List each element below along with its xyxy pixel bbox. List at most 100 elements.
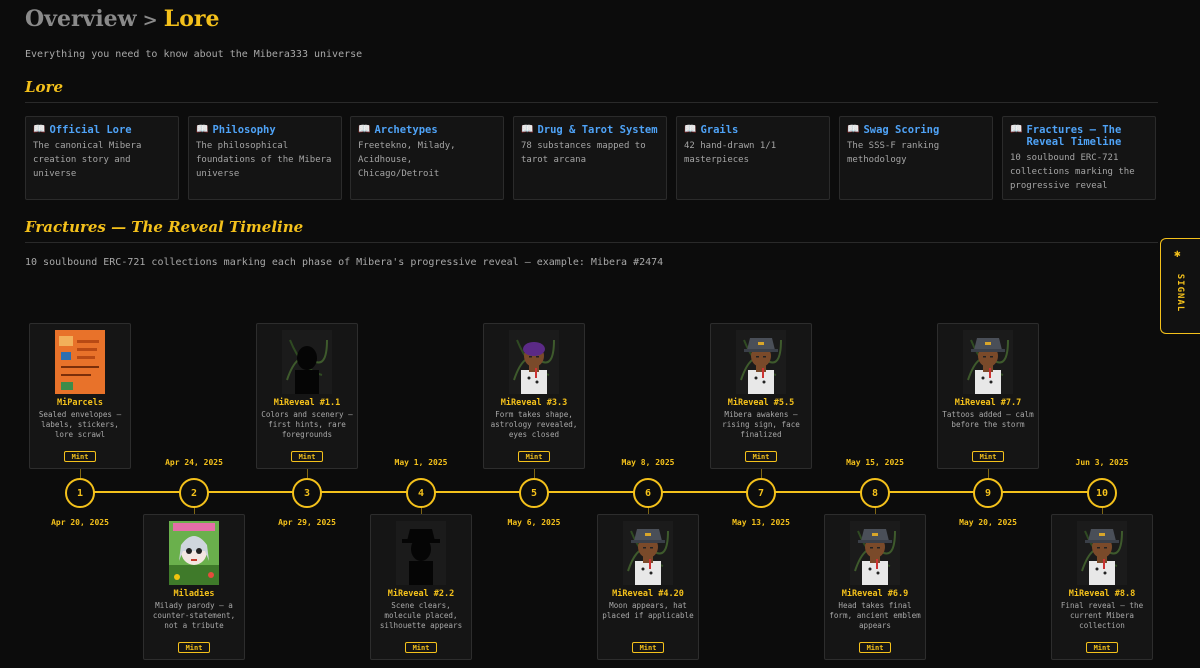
collection-name: MiReveal #2.2 — [387, 589, 455, 599]
lore-card-title[interactable]: Philosophy — [212, 124, 275, 136]
timeline-date: May 13, 2025 — [732, 518, 790, 527]
lore-card-title[interactable]: Archetypes — [374, 124, 437, 136]
timeline-date: Apr 20, 2025 — [51, 518, 109, 527]
timeline-date: May 15, 2025 — [846, 458, 904, 467]
mint-button[interactable]: Mint — [632, 642, 664, 653]
mint-button[interactable]: Mint — [972, 451, 1004, 462]
lore-card-description: 10 soulbound ERC-721 collections marking… — [1010, 153, 1135, 191]
collection-description: Head takes final form, ancient emblem ap… — [829, 601, 921, 630]
breadcrumb: Overview > Lore — [25, 6, 219, 32]
timeline-connector — [307, 469, 308, 478]
collection-description: Scene clears, molecule placed, silhouett… — [379, 601, 463, 630]
timeline-card[interactable]: MiReveal #6.9 Head takes final form, anci… — [824, 514, 926, 660]
timeline-node: 1 — [65, 478, 95, 508]
collection-description: Moon appears, hat placed if applicable — [602, 601, 694, 620]
page-title: Lore — [163, 6, 220, 32]
lore-card[interactable]: 📖 Fractures — The Reveal Timeline 10 soulb… — [1002, 116, 1156, 200]
timeline-date: Apr 24, 2025 — [165, 458, 223, 467]
lore-card-description: The SSS-F ranking methodology — [847, 141, 940, 165]
signal-label: SIGNAL — [1175, 273, 1185, 313]
book-icon: 📖 — [521, 124, 534, 135]
timeline-card[interactable]: MiReveal #7.7 Tattoos added — calm before… — [937, 323, 1039, 469]
timeline-node: 8 — [860, 478, 890, 508]
lore-card-title[interactable]: Official Lore — [49, 124, 131, 136]
timeline-date: May 6, 2025 — [507, 518, 561, 527]
lore-card-description: The philosophical foundations of the Mib… — [196, 141, 332, 179]
breadcrumb-separator: > — [142, 10, 158, 31]
timeline-date: Jun 3, 2025 — [1075, 458, 1129, 467]
timeline-connector — [421, 506, 422, 514]
lore-card-description: The canonical Mibera creation story and … — [33, 141, 142, 179]
lore-card[interactable]: 📖 Official Lore The canonical Mibera creat… — [25, 116, 179, 200]
mint-button[interactable]: Mint — [745, 451, 777, 462]
collection-name: Miladies — [173, 589, 215, 599]
mint-button[interactable]: Mint — [291, 451, 323, 462]
timeline-connector — [80, 469, 81, 478]
divider — [25, 102, 1158, 103]
timeline-node: 5 — [519, 478, 549, 508]
collection-thumbnail — [55, 330, 105, 394]
timeline-connector — [988, 469, 989, 478]
book-icon: 📖 — [1010, 124, 1023, 135]
page-subtitle: Everything you need to know about the Mi… — [25, 49, 363, 60]
timeline-card[interactable]: Miladies Milady parody — a counter-statem… — [143, 514, 245, 660]
collection-name: MiParcels — [56, 398, 104, 408]
timeline-connector — [534, 469, 535, 478]
timeline-node: 3 — [292, 478, 322, 508]
collection-thumbnail — [736, 330, 786, 394]
timeline-date: May 8, 2025 — [621, 458, 675, 467]
mint-button[interactable]: Mint — [859, 642, 891, 653]
timeline-date: May 1, 2025 — [394, 458, 448, 467]
collection-name: MiReveal #5.5 — [727, 398, 795, 408]
timeline-card[interactable]: MiReveal #4.20 Moon appears, hat placed i… — [597, 514, 699, 660]
collection-description: Final reveal — the current Mibera collec… — [1060, 601, 1144, 630]
timeline-card[interactable]: MiParcels Sealed envelopes — labels, stic… — [29, 323, 131, 469]
book-icon: 📖 — [358, 124, 371, 135]
lore-card-title[interactable]: Swag Scoring — [863, 124, 939, 136]
lore-card[interactable]: 📖 Drug & Tarot System 78 substances mapped… — [513, 116, 667, 200]
collection-thumbnail — [963, 330, 1013, 394]
timeline-connector — [1102, 506, 1103, 514]
lore-heading: Lore — [25, 78, 63, 96]
mint-button[interactable]: Mint — [178, 642, 210, 653]
collection-thumbnail — [509, 330, 559, 394]
mint-button[interactable]: Mint — [64, 451, 96, 462]
timeline-heading: Fractures — The Reveal Timeline — [25, 218, 304, 236]
timeline-connector — [761, 469, 762, 478]
timeline-node: 2 — [179, 478, 209, 508]
timeline-node: 10 — [1087, 478, 1117, 508]
collection-name: MiReveal #3.3 — [500, 398, 568, 408]
lore-card[interactable]: 📖 Archetypes Freetekno, Milady, Acidhouse,… — [350, 116, 504, 200]
lore-card[interactable]: 📖 Philosophy The philosophical foundations… — [188, 116, 342, 200]
timeline-card[interactable]: MiReveal #5.5 Mibera awakens — rising sig… — [710, 323, 812, 469]
collection-name: MiReveal #8.8 — [1068, 589, 1136, 599]
timeline-card[interactable]: MiReveal #3.3 Form takes shape, astrology… — [483, 323, 585, 469]
timeline-node: 7 — [746, 478, 776, 508]
signal-icon: ✱ — [1174, 247, 1181, 260]
timeline-card[interactable]: MiReveal #8.8 Final reveal — the current … — [1051, 514, 1153, 660]
timeline-card[interactable]: MiReveal #2.2 Scene clears, molecule plac… — [370, 514, 472, 660]
lore-card[interactable]: 📖 Grails 42 hand-drawn 1/1 masterpieces — [676, 116, 830, 200]
timeline-connector — [194, 506, 195, 514]
mint-button[interactable]: Mint — [1086, 642, 1118, 653]
timeline-node: 6 — [633, 478, 663, 508]
lore-card[interactable]: 📖 Swag Scoring The SSS-F ranking methodolo… — [839, 116, 993, 200]
timeline-node: 4 — [406, 478, 436, 508]
timeline-node: 9 — [973, 478, 1003, 508]
collection-thumbnail — [169, 521, 219, 585]
lore-card-title[interactable]: Grails — [700, 124, 738, 136]
collection-description: Tattoos added — calm before the storm — [942, 410, 1034, 429]
timeline-description: 10 soulbound ERC-721 collections marking… — [25, 257, 664, 268]
timeline-date: Apr 29, 2025 — [278, 518, 336, 527]
signal-tab[interactable]: ✱ SIGNAL — [1160, 238, 1200, 334]
mint-button[interactable]: Mint — [518, 451, 550, 462]
breadcrumb-overview-link[interactable]: Overview — [25, 6, 137, 32]
timeline-connector — [648, 506, 649, 514]
mint-button[interactable]: Mint — [405, 642, 437, 653]
collection-description: Mibera awakens — rising sign, face final… — [722, 410, 800, 439]
lore-card-title[interactable]: Drug & Tarot System — [537, 124, 657, 136]
lore-card-title[interactable]: Fractures — The Reveal Timeline — [1026, 124, 1148, 148]
timeline-card[interactable]: MiReveal #1.1 Colors and scenery — first … — [256, 323, 358, 469]
collection-name: MiReveal #4.20 — [612, 589, 684, 599]
collection-thumbnail — [623, 521, 673, 585]
